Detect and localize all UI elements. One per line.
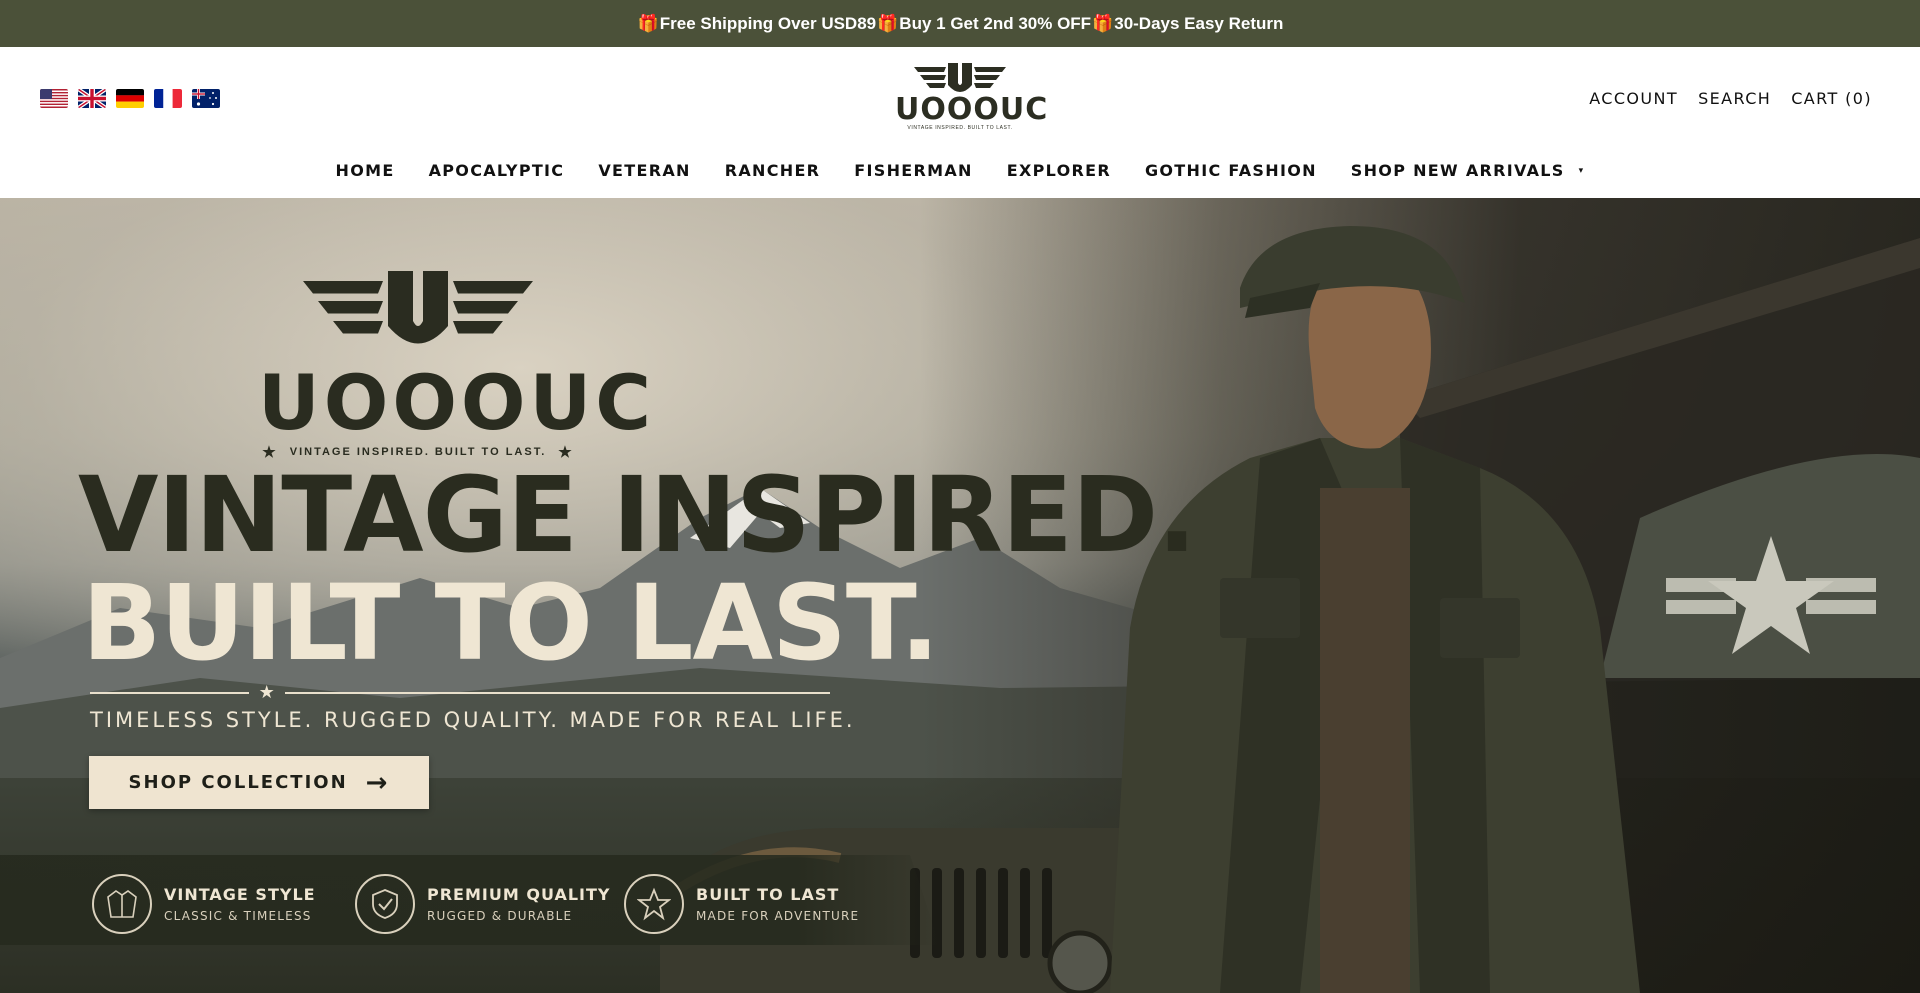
- nav-item-veteran[interactable]: VETERAN: [581, 161, 707, 180]
- feature-title: PREMIUM QUALITY: [427, 885, 611, 904]
- feature-title: VINTAGE STYLE: [164, 885, 316, 904]
- nav-item-shop-new-arrivals[interactable]: SHOP NEW ARRIVALS ▾: [1334, 161, 1602, 180]
- account-link[interactable]: ACCOUNT: [1589, 89, 1678, 108]
- hero-logo-wordmark: UOOOUC: [258, 358, 656, 447]
- hero-headline-secondary: BUILT TO LAST.: [82, 562, 939, 684]
- gift-icon: 🎁: [637, 13, 659, 33]
- germany-flag-icon[interactable]: [116, 89, 144, 108]
- shield-check-icon: [355, 874, 415, 934]
- winged-u-logo-icon: [914, 63, 1006, 92]
- feature-subtitle: RUGGED & DURABLE: [427, 909, 573, 923]
- nav-item-explorer[interactable]: EXPLORER: [990, 161, 1128, 180]
- chevron-down-icon: ▾: [1578, 165, 1585, 176]
- feature-vintage-style: VINTAGE STYLE CLASSIC & TIMELESS: [92, 874, 316, 934]
- divider-line: [284, 691, 830, 694]
- nav-item-home[interactable]: HOME: [319, 161, 412, 180]
- uk-flag-icon[interactable]: [78, 89, 106, 108]
- announcement-return: 30-Days Easy Return: [1114, 13, 1284, 33]
- logo-tagline: VINTAGE INSPIRED. BUILT TO LAST.: [907, 125, 1013, 131]
- search-link[interactable]: SEARCH: [1698, 89, 1771, 108]
- header-utility-links: ACCOUNT SEARCH CART (0): [1589, 89, 1872, 108]
- jacket-icon: [92, 874, 152, 934]
- announcement-shipping: Free Shipping Over USD89: [659, 13, 877, 33]
- announcement-offer: Buy 1 Get 2nd 30% OFF: [899, 13, 1092, 33]
- shop-collection-label: SHOP COLLECTION: [128, 772, 348, 793]
- france-flag-icon[interactable]: [154, 89, 182, 108]
- site-header: UOOOUC VINTAGE INSPIRED. BUILT TO LAST. …: [0, 47, 1920, 180]
- logo-wordmark: UOOOUC: [895, 92, 1049, 127]
- hero-logo: UOOOUC ★ VINTAGE INSPIRED. BUILT TO LAST…: [258, 268, 656, 461]
- aircraft-star-insignia-icon: [1666, 536, 1876, 654]
- feature-title: BUILT TO LAST: [696, 885, 840, 904]
- feature-subtitle: CLASSIC & TIMELESS: [164, 909, 312, 923]
- feature-subtitle: MADE FOR ADVENTURE: [696, 909, 860, 923]
- star-icon: ★: [258, 682, 275, 702]
- hero-model-image: [1110, 226, 1640, 993]
- site-logo[interactable]: UOOOUC VINTAGE INSPIRED. BUILT TO LAST.: [895, 63, 1049, 131]
- divider-line: [90, 691, 249, 694]
- hero-banner[interactable]: UOOOUC ★ VINTAGE INSPIRED. BUILT TO LAST…: [0, 198, 1920, 993]
- australia-flag-icon[interactable]: [192, 89, 220, 108]
- feature-strip: VINTAGE STYLE CLASSIC & TIMELESS PREMIUM…: [0, 855, 940, 945]
- cart-link[interactable]: CART (0): [1791, 89, 1872, 108]
- nav-item-rancher[interactable]: RANCHER: [708, 161, 838, 180]
- feature-built-to-last: BUILT TO LAST MADE FOR ADVENTURE: [624, 874, 859, 934]
- nav-item-gothic-fashion[interactable]: GOTHIC FASHION: [1128, 161, 1334, 180]
- nav-item-label: SHOP NEW ARRIVALS: [1350, 161, 1565, 180]
- hero-headline-primary: VINTAGE INSPIRED.: [78, 454, 1197, 576]
- nav-item-fisherman[interactable]: FISHERMAN: [837, 161, 989, 180]
- shop-collection-button[interactable]: SHOP COLLECTION →: [89, 756, 429, 809]
- feature-premium-quality: PREMIUM QUALITY RUGGED & DURABLE: [355, 874, 610, 934]
- gift-icon: 🎁: [877, 13, 899, 33]
- language-selector: [40, 89, 220, 108]
- hero-divider: ★: [90, 682, 830, 703]
- main-nav: HOME APOCALYPTIC VETERAN RANCHER FISHERM…: [0, 161, 1920, 180]
- arrow-right-icon: →: [365, 767, 390, 798]
- winged-u-logo-icon: [303, 271, 533, 344]
- announcement-bar: 🎁 Free Shipping Over USD89 🎁 Buy 1 Get 2…: [0, 0, 1920, 47]
- gift-icon: 🎁: [1092, 13, 1114, 33]
- us-flag-icon[interactable]: [40, 89, 68, 108]
- hero-subheadline: TIMELESS STYLE. RUGGED QUALITY. MADE FOR…: [90, 708, 856, 732]
- star-icon: [624, 874, 684, 934]
- nav-item-apocalyptic[interactable]: APOCALYPTIC: [412, 161, 582, 180]
